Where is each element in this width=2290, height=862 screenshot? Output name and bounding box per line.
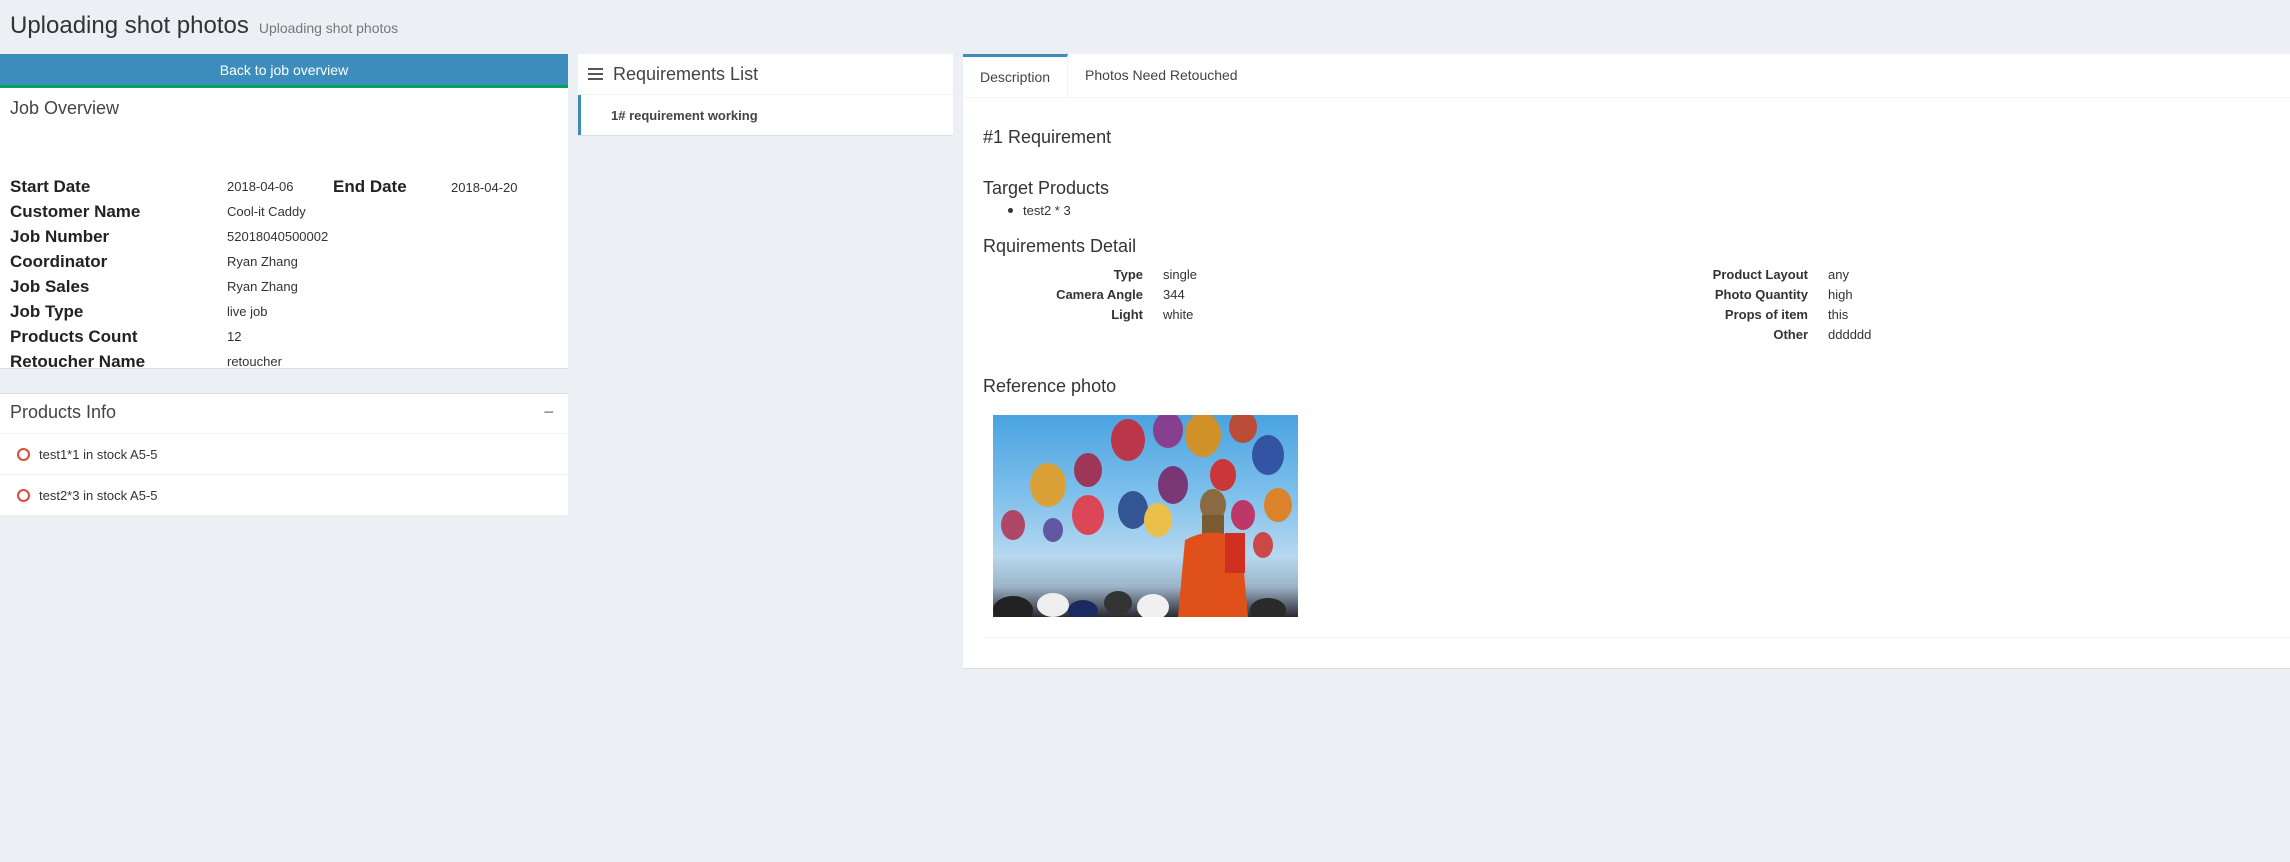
end-date-value: 2018-04-20 — [451, 180, 518, 195]
job-number-row: Job Number 52018040500002 — [10, 224, 328, 249]
page-subtitle: Uploading shot photos — [258, 20, 399, 36]
job-type-value: live job — [227, 304, 268, 319]
job-overview-box: Job Overview Start Date 2018-04-06 End D… — [0, 88, 568, 387]
tab-description[interactable]: Description — [963, 54, 1069, 97]
requirements-list-header: Requirements List — [578, 54, 953, 95]
start-date-label: Start Date — [10, 176, 91, 196]
requirements-detail-list-right: Product Layout any Photo Quantity high P… — [1648, 267, 1948, 357]
collapse-icon[interactable]: − — [543, 402, 554, 423]
detail-value: any — [1828, 267, 1849, 282]
detail-value: white — [1163, 307, 1194, 322]
back-to-job-overview-button[interactable]: Back to job overview — [0, 54, 568, 88]
start-date-value: 2018-04-06 — [227, 179, 294, 194]
products-info-box: Products Info − test1*1 in stock A5-5 te… — [0, 393, 568, 516]
retoucher-name-value: retoucher — [227, 354, 282, 369]
requirements-list-box: Requirements List 1# requirement working — [578, 54, 953, 136]
circle-icon — [17, 447, 30, 461]
requirements-list-title: Requirements List — [613, 63, 759, 84]
reference-photo[interactable] — [993, 415, 1298, 617]
description-tab-content: #1 Requirement Target Products test2 * 3… — [983, 97, 2290, 638]
requirement-detail-panel: Description Photos Need Retouched #1 Req… — [963, 54, 2290, 669]
products-info-header: Products Info − — [0, 394, 568, 434]
job-number-value: 52018040500002 — [227, 229, 329, 244]
circle-icon — [17, 488, 30, 502]
target-product-item: test2 * 3 — [1008, 203, 1071, 218]
retoucher-name-label: Retoucher Name — [10, 351, 146, 371]
coordinator-value: Ryan Zhang — [227, 254, 298, 269]
job-sales-label: Job Sales — [10, 276, 90, 296]
job-sales-row: Job Sales Ryan Zhang — [10, 274, 298, 299]
tab-photos-need-retouched[interactable]: Photos Need Retouched — [1068, 54, 1255, 97]
customer-name-value: Cool-it Caddy — [227, 204, 306, 219]
tab-bar: Description Photos Need Retouched — [963, 54, 2290, 98]
products-count-row: Products Count 12 — [10, 324, 241, 349]
reference-photo-heading: Reference photo — [983, 376, 1117, 396]
target-product-label: test2 * 3 — [1023, 203, 1071, 218]
detail-label: Other — [1773, 327, 1808, 342]
job-type-label: Job Type — [10, 301, 84, 321]
detail-label: Type — [1113, 267, 1143, 282]
requirements-detail-list-left: Type single Camera Angle 344 Light white — [983, 267, 1283, 337]
overview-divider — [0, 386, 568, 387]
detail-label: Camera Angle — [1056, 287, 1143, 302]
job-type-row: Job Type live job — [10, 299, 267, 324]
job-number-label: Job Number — [10, 226, 110, 246]
page-header: Uploading shot photos Uploading shot pho… — [10, 12, 398, 40]
coordinator-label: Coordinator — [10, 251, 108, 271]
product-item: test2*3 in stock A5-5 — [0, 475, 568, 516]
job-overview-title: Job Overview — [10, 98, 120, 118]
requirement-list-item[interactable]: 1# requirement working — [578, 95, 953, 135]
detail-value: single — [1163, 267, 1197, 282]
page-title: Uploading shot photos — [10, 12, 249, 39]
detail-label: Product Layout — [1712, 267, 1808, 282]
end-date-label: End Date — [333, 177, 407, 196]
detail-value: 344 — [1163, 287, 1185, 302]
detail-label: Light — [1111, 307, 1143, 322]
customer-name-label: Customer Name — [10, 201, 141, 221]
target-products-heading: Target Products — [983, 178, 1110, 198]
reference-photo-illustration — [993, 415, 1292, 617]
requirement-heading: #1 Requirement — [983, 127, 1112, 147]
products-info-title: Products Info — [10, 402, 117, 422]
left-column: Back to job overview Job Overview Start … — [0, 54, 568, 387]
detail-value: dddddd — [1828, 327, 1872, 342]
job-sales-value: Ryan Zhang — [227, 279, 298, 294]
detail-label: Props of item — [1724, 307, 1808, 322]
product-item-label: test2*3 in stock A5-5 — [39, 487, 158, 503]
customer-name-row: Customer Name Cool-it Caddy — [10, 199, 306, 224]
product-item-label: test1*1 in stock A5-5 — [39, 446, 158, 462]
requirements-detail-heading: Rquirements Detail — [983, 236, 1137, 256]
products-count-value: 12 — [227, 329, 242, 344]
retoucher-name-row: Retoucher Name retoucher — [10, 349, 282, 374]
list-icon — [588, 68, 603, 80]
products-count-label: Products Count — [10, 326, 138, 346]
coordinator-row: Coordinator Ryan Zhang — [10, 249, 298, 274]
detail-label: Photo Quantity — [1714, 287, 1808, 302]
start-date-row: Start Date 2018-04-06 — [10, 174, 294, 199]
detail-value: this — [1828, 307, 1849, 322]
bullet-icon — [1008, 208, 1013, 213]
detail-value: high — [1828, 287, 1853, 302]
product-item: test1*1 in stock A5-5 — [0, 434, 568, 475]
